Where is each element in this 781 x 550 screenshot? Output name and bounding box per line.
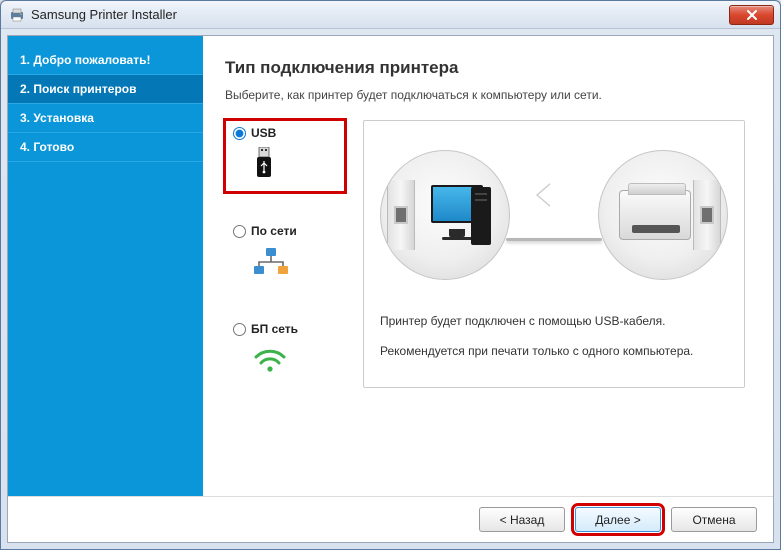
option-usb[interactable]: USB (225, 120, 345, 192)
option-network-label: По сети (251, 224, 297, 238)
footer: < Назад Далее > Отмена (8, 496, 773, 542)
step-install[interactable]: 3. Установка (8, 104, 203, 133)
wifi-icon (253, 342, 287, 378)
content-row: USB (225, 120, 745, 388)
usb-connector-icon (253, 146, 275, 182)
step-search-printers[interactable]: 2. Поиск принтеров (8, 75, 203, 104)
radio-usb[interactable] (233, 127, 246, 140)
cancel-button[interactable]: Отмена (671, 507, 757, 532)
speech-pointer (536, 183, 550, 207)
titlebar: Samsung Printer Installer (1, 1, 780, 29)
info-line-1: Принтер будет подключен с помощью USB-ка… (380, 311, 728, 333)
main-panel: Тип подключения принтера Выберите, как п… (203, 36, 773, 496)
installer-window: Samsung Printer Installer 1. Добро пожал… (0, 0, 781, 550)
page-heading: Тип подключения принтера (225, 58, 745, 78)
radio-network[interactable] (233, 225, 246, 238)
close-button[interactable] (729, 5, 774, 25)
connection-diagram (380, 135, 728, 295)
window-title: Samsung Printer Installer (31, 7, 729, 22)
step-welcome[interactable]: 1. Добро пожаловать! (8, 46, 203, 75)
info-line-2: Рекомендуется при печати только с одного… (380, 341, 728, 363)
sidebar: 1. Добро пожаловать! 2. Поиск принтеров … (8, 36, 203, 496)
page-subtitle: Выберите, как принтер будет подключаться… (225, 88, 745, 102)
content-frame: 1. Добро пожаловать! 2. Поиск принтеров … (7, 35, 774, 543)
option-wireless-label: БП сеть (251, 322, 298, 336)
diagram-printer (598, 150, 728, 280)
option-usb-label: USB (251, 126, 276, 140)
connection-options: USB (225, 120, 345, 388)
network-icon (253, 244, 289, 280)
back-button[interactable]: < Назад (479, 507, 565, 532)
diagram-computer (380, 150, 510, 280)
option-wireless[interactable]: БП сеть (225, 316, 345, 388)
printer-app-icon (9, 7, 25, 23)
diagram-cable (506, 238, 602, 241)
body: 1. Добро пожаловать! 2. Поиск принтеров … (8, 36, 773, 496)
option-network[interactable]: По сети (225, 218, 345, 290)
info-text: Принтер будет подключен с помощью USB-ка… (380, 311, 728, 362)
radio-wireless[interactable] (233, 323, 246, 336)
next-button[interactable]: Далее > (575, 507, 661, 532)
info-panel: Принтер будет подключен с помощью USB-ка… (363, 120, 745, 388)
step-done[interactable]: 4. Готово (8, 133, 203, 162)
